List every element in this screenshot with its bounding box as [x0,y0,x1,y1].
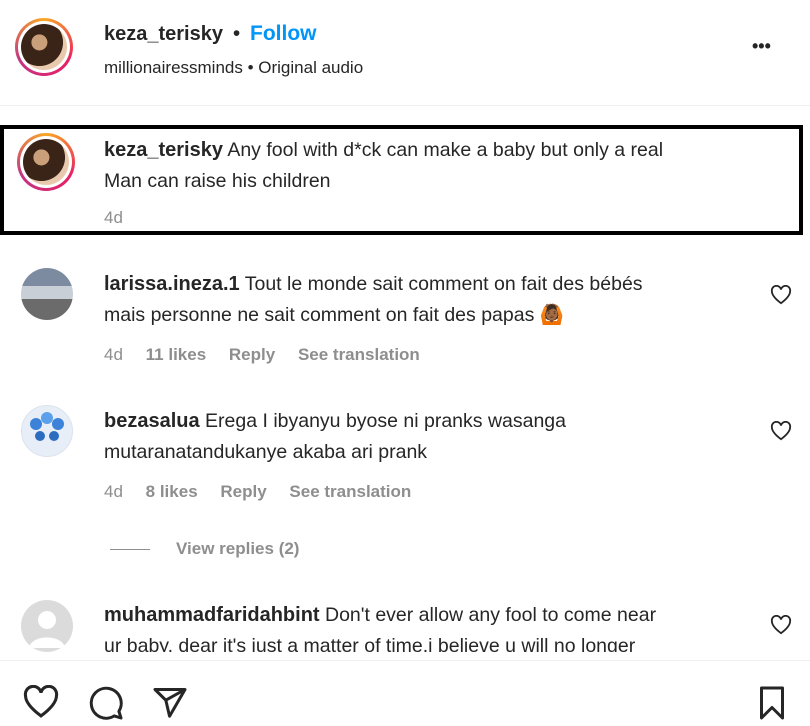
comment-text: bezasalua Erega I ibyanyu byose ni prank… [104,406,754,468]
comment-avatar[interactable] [21,600,73,652]
comment-meta: 4d 11 likes Reply See translation [104,345,438,365]
caption-text: keza_terisky Any fool with d*ck can make… [104,135,784,197]
follow-button[interactable]: Follow [250,22,317,45]
see-translation-button[interactable]: See translation [289,482,411,501]
comment-line2: ur baby, dear it's just a matter of time… [104,635,636,652]
caption-time: 4d [104,208,123,227]
reply-button[interactable]: Reply [229,345,275,364]
comment-likes[interactable]: 11 likes [146,345,207,364]
like-heart-icon[interactable] [770,615,792,635]
see-translation-button[interactable]: See translation [298,345,420,364]
header-separator: • [232,22,241,45]
comment-time: 4d [104,482,123,501]
view-replies-line [110,549,150,550]
action-bar-divider [0,660,810,661]
like-heart-icon[interactable] [770,285,792,305]
reply-button[interactable]: Reply [220,482,266,501]
comment-username[interactable]: bezasalua [104,410,200,432]
comment-line1: Don't ever allow any fool to come near [325,604,657,626]
like-icon[interactable] [22,685,60,719]
post-header-line: keza_terisky • Follow [104,22,317,46]
comment-text: larissa.ineza.1 Tout le monde sait comme… [104,269,754,331]
more-options-icon[interactable]: ••• [752,36,771,57]
comment-username[interactable]: larissa.ineza.1 [104,273,240,295]
save-bookmark-icon[interactable] [756,685,788,721]
post-subtitle[interactable]: millionairessminds • Original audio [104,58,363,78]
comment-icon[interactable] [88,685,124,721]
comment-likes[interactable]: 8 likes [146,482,198,501]
post-author-username[interactable]: keza_terisky [104,23,223,45]
view-replies-button[interactable]: View replies (2) [176,539,299,559]
comment-line2: mutaranatandukanye akaba ari prank [104,441,428,463]
comment-time: 4d [104,345,123,364]
share-icon[interactable] [152,685,188,721]
post-author-avatar[interactable] [15,18,73,76]
comment-meta: 4d 8 likes Reply See translation [104,482,429,502]
comment-line2: mais personne ne sait comment on fait de… [104,304,535,326]
comment-username[interactable]: muhammadfaridahbint [104,604,320,626]
header-divider [0,105,810,106]
caption-line1: Any fool with d*ck can make a baby but o… [227,139,664,161]
comment-text: muhammadfaridahbint Don't ever allow any… [104,600,764,652]
comment-emoji: 🙆🏾 [539,304,565,326]
caption-avatar[interactable] [17,133,75,191]
comment-line1: Tout le monde sait comment on fait des b… [244,273,643,295]
comment-avatar[interactable] [21,405,73,457]
like-heart-icon[interactable] [770,421,792,441]
caption-line2: Man can raise his children [104,170,331,192]
comment-avatar[interactable] [21,268,73,320]
comment-line1: Erega I ibyanyu byose ni pranks wasanga [205,410,567,432]
caption-username[interactable]: keza_terisky [104,139,223,161]
